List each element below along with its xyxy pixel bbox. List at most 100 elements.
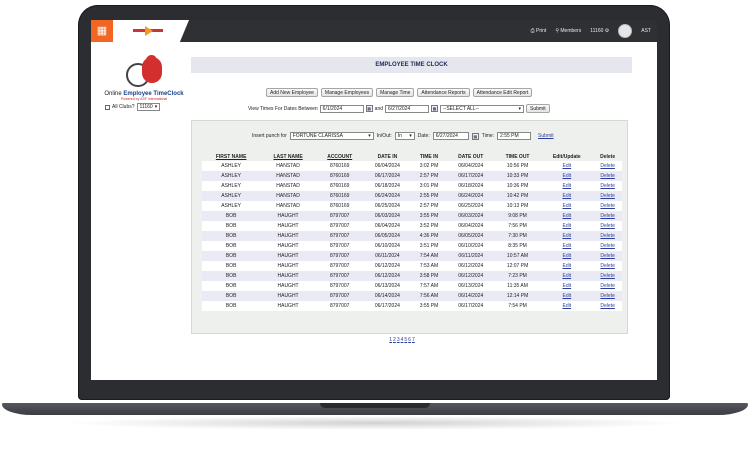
- date-to-input[interactable]: 6/27/2024: [385, 104, 430, 113]
- account-cell: 8760169: [315, 201, 364, 211]
- time-out-cell: 10:56 PM: [494, 161, 541, 171]
- date-out-cell: 06/25/2024: [446, 201, 495, 211]
- edit-link[interactable]: Edit: [540, 241, 594, 251]
- edit-link[interactable]: Edit: [540, 281, 594, 291]
- date-from-input[interactable]: 6/1/2024: [319, 104, 364, 113]
- last-name-cell: HAUGHT: [260, 231, 316, 241]
- laptop-notch: [320, 403, 430, 408]
- club-id-link[interactable]: 11160 ⚙: [590, 28, 609, 34]
- pagination: 1234567: [192, 337, 612, 343]
- date-in-cell: 06/24/2024: [363, 191, 412, 201]
- edit-link[interactable]: Edit: [540, 231, 594, 241]
- attendance-reports-button[interactable]: Attendance Reports: [417, 88, 470, 97]
- avatar[interactable]: [618, 24, 633, 38]
- page-link[interactable]: 5: [404, 337, 407, 343]
- date-in-cell: 06/12/2024: [363, 271, 412, 281]
- last-name-cell: HANSTAD: [260, 181, 316, 191]
- insert-employee-select[interactable]: FORTUNE CLARISSA ▾: [289, 132, 374, 140]
- col-date-out: DATE OUT: [458, 153, 484, 160]
- grid-icon[interactable]: ▦: [91, 20, 113, 42]
- edit-link[interactable]: Edit: [540, 221, 594, 231]
- table-row: BOB HAUGHT 8797007 06/04/2024 3:52 PM 06/04/2…: [202, 221, 622, 231]
- time-in-cell: 4:36 PM: [411, 231, 447, 241]
- delete-link[interactable]: Delete: [593, 261, 622, 271]
- insert-submit-link[interactable]: Submit: [538, 133, 554, 139]
- calendar-icon[interactable]: ▦: [471, 132, 479, 140]
- edit-link[interactable]: Edit: [540, 161, 594, 171]
- edit-link[interactable]: Edit: [540, 261, 594, 271]
- date-out-cell: 06/17/2024: [446, 171, 495, 181]
- table-row: BOB HAUGHT 8797007 06/12/2024 7:53 AM 06/12/2…: [202, 261, 622, 271]
- page-link[interactable]: 3: [397, 337, 400, 343]
- delete-link[interactable]: Delete: [593, 221, 622, 231]
- club-id-label: 11160: [590, 28, 604, 34]
- delete-link[interactable]: Delete: [593, 181, 622, 191]
- delete-link[interactable]: Delete: [593, 301, 622, 311]
- edit-link[interactable]: Edit: [540, 191, 594, 201]
- page-link[interactable]: 4: [401, 337, 404, 343]
- delete-link[interactable]: Delete: [593, 201, 622, 211]
- page-link[interactable]: 1: [389, 337, 392, 343]
- delete-link[interactable]: Delete: [593, 161, 622, 171]
- date-in-cell: 06/05/2024: [363, 231, 412, 241]
- employee-filter-select[interactable]: --SELECT ALL-- ▾: [440, 104, 525, 113]
- page-link[interactable]: 6: [408, 337, 411, 343]
- time-in-cell: 7:57 AM: [411, 281, 447, 291]
- account-cell: 8760169: [315, 161, 364, 171]
- account-cell: 8760169: [315, 171, 364, 181]
- edit-link[interactable]: Edit: [540, 171, 594, 181]
- edit-link[interactable]: Edit: [540, 271, 594, 281]
- edit-link[interactable]: Edit: [540, 301, 594, 311]
- delete-link[interactable]: Delete: [593, 281, 622, 291]
- page-link[interactable]: 7: [412, 337, 415, 343]
- edit-link[interactable]: Edit: [540, 181, 594, 191]
- table-row: ASHLEY HANSTAD 8760169 06/04/2024 3:02 PM 06/…: [202, 161, 622, 171]
- edit-link[interactable]: Edit: [540, 251, 594, 261]
- brand-logo[interactable]: [113, 20, 189, 42]
- delete-link[interactable]: Delete: [593, 241, 622, 251]
- manage-time-button[interactable]: Manage Time: [376, 88, 415, 97]
- edit-link[interactable]: Edit: [540, 211, 594, 221]
- time-out-cell: 9:08 PM: [494, 211, 541, 221]
- delete-link[interactable]: Delete: [593, 251, 622, 261]
- add-employee-button[interactable]: Add New Employee: [266, 88, 318, 97]
- col-last-name[interactable]: LAST NAME: [260, 152, 316, 161]
- all-clubs-checkbox[interactable]: [105, 104, 110, 110]
- edit-link[interactable]: Edit: [540, 201, 594, 211]
- date-out-cell: 06/14/2024: [446, 291, 495, 301]
- delete-link[interactable]: Delete: [593, 291, 622, 301]
- insert-time-input[interactable]: 2:55 PM: [497, 132, 532, 140]
- col-account[interactable]: ACCOUNT: [316, 152, 364, 161]
- inout-select[interactable]: In ▾: [394, 132, 415, 140]
- account-cell: 8797007: [315, 231, 364, 241]
- members-link[interactable]: ⚲ Members: [555, 28, 581, 34]
- club-select[interactable]: 11160 ▾: [136, 103, 161, 111]
- delete-link[interactable]: Delete: [593, 271, 622, 281]
- table-row: BOB HAUGHT 8797007 06/14/2024 7:56 AM 06/14/2…: [202, 291, 622, 301]
- filter-submit-button[interactable]: Submit: [526, 104, 550, 113]
- time-in-cell: 2:57 PM: [411, 171, 447, 181]
- time-out-cell: 12:07 PM: [494, 261, 541, 271]
- calendar-icon[interactable]: ▦: [365, 105, 373, 112]
- last-name-cell: HAUGHT: [260, 301, 316, 311]
- attendance-edit-report-button[interactable]: Attendance Edit Report: [472, 88, 533, 97]
- delete-link[interactable]: Delete: [593, 171, 622, 181]
- edit-link[interactable]: Edit: [540, 291, 594, 301]
- time-in-cell: 2:57 PM: [411, 201, 447, 211]
- brand-mark-icon: [133, 26, 169, 36]
- page-link[interactable]: 2: [393, 337, 396, 343]
- delete-link[interactable]: Delete: [593, 231, 622, 241]
- insert-date-input[interactable]: 6/27/2024: [432, 132, 469, 140]
- account-cell: 8797007: [315, 291, 364, 301]
- account-cell: 8797007: [315, 221, 364, 231]
- date-in-cell: 06/25/2024: [363, 201, 412, 211]
- delete-link[interactable]: Delete: [593, 211, 622, 221]
- col-first-name[interactable]: FIRST NAME: [202, 152, 260, 161]
- date-out-cell: 06/13/2024: [446, 281, 495, 291]
- date-in-cell: 06/10/2024: [363, 241, 412, 251]
- print-link[interactable]: ⎙ Print: [531, 28, 547, 34]
- manage-employees-button[interactable]: Manage Employees: [320, 88, 374, 97]
- user-initials[interactable]: AST: [641, 28, 651, 34]
- delete-link[interactable]: Delete: [593, 191, 622, 201]
- calendar-icon[interactable]: ▦: [431, 105, 439, 112]
